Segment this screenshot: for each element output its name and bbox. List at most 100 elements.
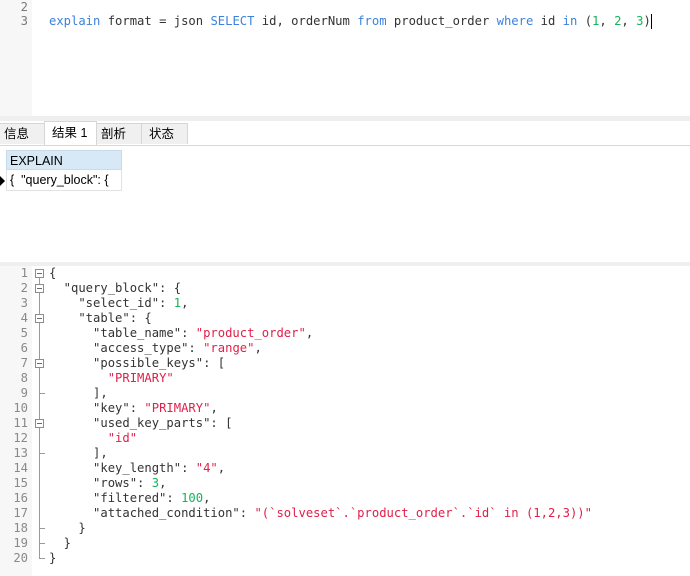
- json-text: }: [49, 536, 72, 550]
- sql-line[interactable]: 2: [0, 0, 690, 15]
- tab-info-label: 信息: [4, 127, 30, 141]
- sql-text: ,: [621, 14, 637, 28]
- json-code: {: [49, 266, 56, 281]
- line-number: 14: [13, 461, 28, 475]
- json-text: ],: [49, 446, 108, 460]
- json-line: 18 }: [0, 521, 690, 536]
- line-number: 13: [13, 446, 28, 460]
- json-text: ],: [49, 386, 108, 400]
- sql-keyword: SELECT: [210, 14, 255, 28]
- sql-text: ): [643, 14, 651, 28]
- json-code: "attached_condition": "(`solveset`.`prod…: [49, 506, 592, 521]
- json-string: "id": [107, 431, 138, 445]
- column-header-explain[interactable]: EXPLAIN: [6, 150, 122, 170]
- sql-keyword: where: [496, 14, 534, 28]
- json-text: ,: [217, 461, 226, 475]
- json-text: ,: [305, 326, 314, 340]
- json-line: 11 "used_key_parts": [: [0, 416, 690, 431]
- json-text: [49, 431, 108, 445]
- json-text: "used_key_parts": [: [49, 416, 233, 430]
- json-line: 10 "key": "PRIMARY",: [0, 401, 690, 416]
- json-text: "access_type":: [49, 341, 204, 355]
- json-line: 12 "id": [0, 431, 690, 446]
- json-text: }: [49, 521, 86, 535]
- json-code: "select_id": 1,: [49, 296, 188, 311]
- json-code: "access_type": "range",: [49, 341, 262, 356]
- json-code: ],: [49, 386, 108, 401]
- json-code: "key_length": "4",: [49, 461, 225, 476]
- json-code: }: [49, 551, 56, 566]
- json-line: 19 }: [0, 536, 690, 551]
- result-grid: EXPLAIN { "query_block": {: [0, 146, 690, 262]
- json-line: 8 "PRIMARY": [0, 371, 690, 386]
- json-string: "PRIMARY": [107, 371, 174, 385]
- tab-result-1-label: 结果 1: [52, 126, 88, 140]
- sql-keyword: explain: [49, 14, 101, 28]
- sql-editor[interactable]: 2 3 explain format = json SELECT id, order…: [0, 0, 690, 116]
- json-code: "filtered": 100,: [49, 491, 210, 506]
- line-number: 10: [13, 401, 28, 415]
- json-line: 14 "key_length": "4",: [0, 461, 690, 476]
- json-text: {: [49, 266, 57, 280]
- line-number: 2: [20, 0, 28, 14]
- json-text: ,: [203, 491, 211, 505]
- json-line: 1{: [0, 266, 690, 281]
- json-string: "(`solveset`.`product_order`.`id` in (1,…: [254, 506, 592, 520]
- json-code: }: [49, 521, 86, 536]
- json-viewer[interactable]: 1{2 "query_block": {3 "select_id": 1, 4 "…: [0, 266, 690, 576]
- line-number: 16: [13, 491, 28, 505]
- sql-code: explain format = json SELECT id, orderNu…: [49, 14, 652, 29]
- json-text: [49, 371, 108, 385]
- line-number: 3: [20, 14, 28, 28]
- json-text: "key":: [49, 401, 145, 415]
- json-text: }: [49, 551, 57, 565]
- sql-line[interactable]: 3 explain format = json SELECT id, orderN…: [0, 14, 690, 29]
- tab-status-label: 状态: [149, 127, 175, 141]
- tab-profile[interactable]: 剖析: [96, 123, 142, 144]
- json-line: 4 "table": {: [0, 311, 690, 326]
- sql-text: id: [533, 14, 563, 28]
- json-line: 6 "access_type": "range",: [0, 341, 690, 356]
- line-number: 20: [13, 551, 28, 565]
- line-number: 7: [20, 356, 28, 370]
- json-code: "table_name": "product_order",: [49, 326, 313, 341]
- json-line: 5 "table_name": "product_order",: [0, 326, 690, 341]
- tab-result-1[interactable]: 结果 1: [44, 121, 97, 145]
- json-number: 100: [181, 491, 204, 505]
- json-text: "filtered":: [49, 491, 182, 505]
- sql-keyword: in: [562, 14, 578, 28]
- json-code: "table": {: [49, 311, 152, 326]
- line-number: 11: [13, 416, 28, 430]
- json-line: 17 "attached_condition": "(`solveset`.`p…: [0, 506, 690, 521]
- json-code: "query_block": {: [49, 281, 181, 296]
- tab-status[interactable]: 状态: [141, 123, 188, 144]
- json-string: "PRIMARY": [144, 401, 211, 415]
- json-code: "possible_keys": [: [49, 356, 225, 371]
- sql-keyword: from: [357, 14, 387, 28]
- line-number: 4: [20, 311, 28, 325]
- result-tab-bar: 信息 结果 1 剖析 状态: [0, 121, 690, 146]
- json-text: ,: [254, 341, 262, 355]
- grid-cell-explain[interactable]: { "query_block": {: [6, 170, 122, 191]
- line-number: 9: [20, 386, 28, 400]
- json-number: 1: [173, 296, 182, 310]
- tab-info[interactable]: 信息: [0, 123, 45, 144]
- line-number: 1: [20, 266, 28, 280]
- line-number: 15: [13, 476, 28, 490]
- json-text: ,: [210, 401, 218, 415]
- sql-text: (: [577, 14, 593, 28]
- json-code: "PRIMARY": [49, 371, 174, 386]
- json-code: }: [49, 536, 71, 551]
- sql-text: ,: [599, 14, 615, 28]
- json-text: ,: [159, 476, 167, 490]
- json-text: "query_block": {: [49, 281, 182, 295]
- json-line: 3 "select_id": 1,: [0, 296, 690, 311]
- line-number: 8: [20, 371, 28, 385]
- json-line: 9 ],: [0, 386, 690, 401]
- json-text: ,: [181, 296, 189, 310]
- json-code: "used_key_parts": [: [49, 416, 232, 431]
- json-line: 2 "query_block": {: [0, 281, 690, 296]
- json-text: "key_length":: [49, 461, 196, 475]
- json-text: "table": {: [49, 311, 152, 325]
- json-code: "id": [49, 431, 137, 446]
